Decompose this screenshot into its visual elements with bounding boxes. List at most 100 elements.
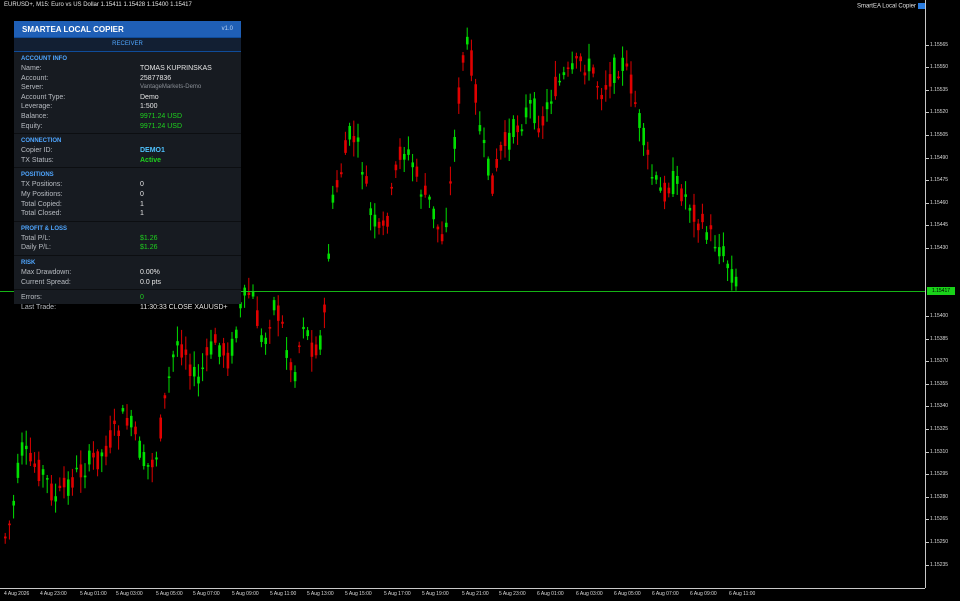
candle-body bbox=[646, 149, 650, 155]
candle-body bbox=[600, 94, 603, 100]
candle-body bbox=[75, 467, 78, 470]
candle-body bbox=[319, 335, 322, 350]
value: 0.00% bbox=[140, 268, 160, 276]
candle-body bbox=[491, 175, 494, 194]
panel-header[interactable]: SMARTEA LOCAL COPIER v1.0 bbox=[14, 21, 241, 37]
candle-body bbox=[432, 208, 435, 220]
candle-body bbox=[298, 345, 301, 347]
candle-body bbox=[331, 194, 335, 203]
candle-body bbox=[415, 166, 419, 177]
candle-body bbox=[734, 276, 738, 287]
price-tick bbox=[926, 338, 929, 340]
candle-body bbox=[109, 430, 112, 448]
price-tick-label: 1.15460 bbox=[930, 199, 949, 206]
candle-body bbox=[251, 291, 255, 297]
candle-body bbox=[663, 182, 666, 202]
candle-body bbox=[516, 125, 519, 133]
time-tick-label: 5 Aug 07:00 bbox=[193, 591, 220, 597]
candle-body bbox=[184, 349, 188, 355]
price-tick bbox=[926, 89, 929, 91]
candle-body bbox=[348, 125, 351, 140]
candle-body bbox=[634, 102, 637, 104]
price-tick-label: 1.15265 bbox=[930, 516, 949, 523]
time-tick-label: 5 Aug 19:00 bbox=[422, 591, 449, 597]
candle-body bbox=[411, 162, 414, 168]
label: Account: bbox=[21, 74, 49, 82]
price-tick-label: 1.15430 bbox=[930, 244, 949, 251]
price-tick-label: 1.15280 bbox=[930, 493, 949, 500]
time-tick-label: 5 Aug 13:00 bbox=[307, 591, 334, 597]
candle-body bbox=[314, 344, 318, 356]
value: 0 bbox=[140, 181, 144, 189]
candle-body bbox=[142, 452, 146, 467]
candle-body bbox=[327, 253, 330, 259]
price-tick bbox=[926, 383, 929, 385]
price-tick bbox=[926, 361, 929, 363]
price-tick bbox=[926, 44, 929, 46]
candle-body bbox=[466, 36, 469, 45]
value: 0 bbox=[140, 294, 144, 302]
price-tick bbox=[926, 316, 929, 317]
value: Demo bbox=[140, 93, 159, 101]
label: Total Copied: bbox=[21, 200, 62, 208]
candle-body bbox=[159, 417, 162, 439]
row-current-spread: Current Spread: 0.0 pts bbox=[14, 278, 241, 288]
candle-body bbox=[440, 234, 444, 242]
row-errors: Errors: 0 bbox=[14, 293, 241, 303]
section-title: CONNECTION bbox=[21, 138, 62, 145]
price-tick bbox=[926, 225, 929, 227]
candle-body bbox=[365, 176, 368, 184]
candle-body bbox=[470, 50, 473, 76]
candle-body bbox=[571, 63, 574, 70]
price-tick bbox=[926, 451, 929, 453]
candle-body bbox=[390, 186, 393, 189]
value: 1:500 bbox=[140, 103, 158, 111]
candle-body bbox=[163, 395, 167, 399]
candle-body bbox=[352, 136, 356, 143]
candle-body bbox=[403, 153, 406, 160]
candle-body bbox=[583, 72, 587, 76]
price-tick-label: 1.15445 bbox=[930, 222, 949, 229]
price-tick bbox=[926, 112, 929, 114]
candle-body bbox=[222, 343, 225, 356]
time-axis[interactable]: 4 Aug 2026 4 Aug 23:00 5 Aug 01:00 5 Aug 03… bbox=[0, 588, 925, 601]
candle-body bbox=[629, 74, 633, 94]
candle-body bbox=[335, 180, 339, 188]
price-tick-label: 1.15295 bbox=[930, 471, 949, 478]
row-daily-pl: Daily P/L: $1.26 bbox=[14, 243, 241, 253]
label: Current Spread: bbox=[21, 278, 71, 286]
candle-body bbox=[289, 362, 293, 371]
candle-body bbox=[209, 341, 213, 355]
time-tick-label: 6 Aug 03:00 bbox=[576, 591, 603, 597]
candle-body bbox=[268, 327, 272, 329]
time-tick-label: 4 Aug 2026 bbox=[4, 591, 30, 597]
candle-body bbox=[608, 74, 612, 87]
candle-body bbox=[684, 194, 687, 197]
candle-body bbox=[134, 426, 137, 435]
candle-body bbox=[596, 85, 599, 88]
time-tick-label: 5 Aug 17:00 bbox=[384, 591, 411, 597]
section-title: POSITIONS bbox=[21, 172, 54, 179]
price-tick-label: 1.15520 bbox=[930, 109, 949, 116]
label: Total P/L: bbox=[21, 234, 51, 242]
candle-body bbox=[554, 76, 557, 97]
row-total-pl: Total P/L: $1.26 bbox=[14, 234, 241, 244]
value: VantageMarkets-Demo bbox=[140, 84, 202, 91]
candle-body bbox=[193, 366, 196, 377]
candle-body bbox=[281, 321, 284, 324]
status-badge: Active bbox=[140, 156, 162, 164]
value: 25877836 bbox=[140, 74, 172, 82]
price-tick-label: 1.15565 bbox=[930, 41, 949, 48]
candle-body bbox=[424, 185, 427, 195]
candle-body bbox=[478, 125, 482, 132]
value: 0.0 pts bbox=[140, 278, 162, 286]
candle-body bbox=[167, 376, 171, 379]
candle-body bbox=[545, 102, 549, 110]
candle-body bbox=[277, 305, 280, 321]
candle-body bbox=[230, 338, 234, 356]
candle-body bbox=[117, 430, 120, 437]
value: DEMO1 bbox=[140, 147, 165, 155]
price-tick-label: 1.15310 bbox=[930, 448, 949, 455]
price-tick bbox=[926, 134, 929, 136]
candle-body bbox=[705, 232, 708, 240]
